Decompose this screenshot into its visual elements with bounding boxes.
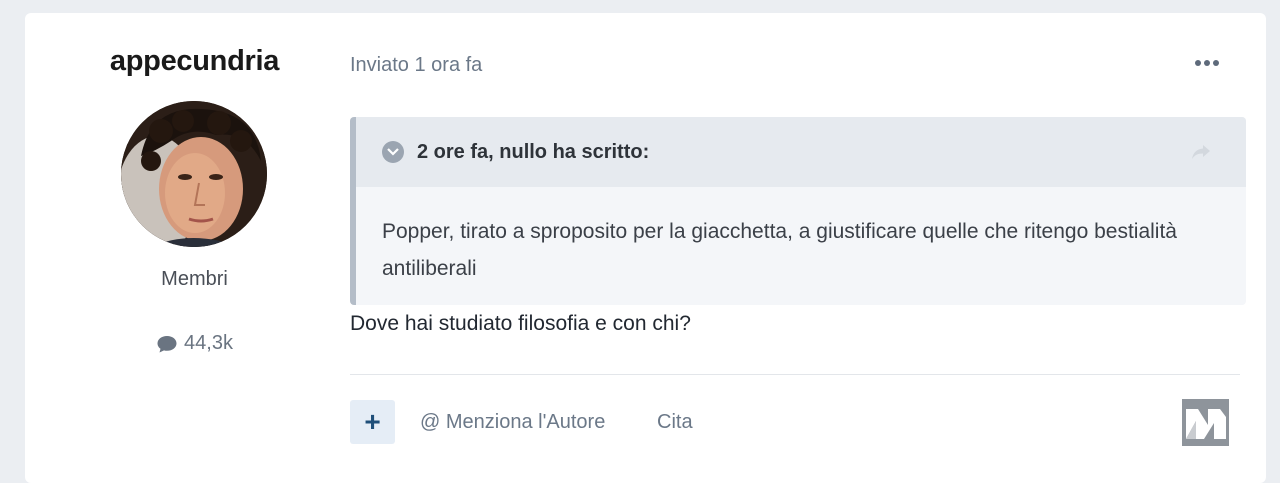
quote-header: 2 ore fa, nullo ha scritto: <box>356 117 1246 187</box>
post-body: Dove hai studiato filosofia e con chi? <box>350 312 691 335</box>
member-group: Membri <box>161 268 228 290</box>
plus-icon: + <box>364 406 381 437</box>
post-count[interactable]: 44,3k <box>97 332 292 355</box>
comment-icon <box>156 334 178 354</box>
quote-block: 2 ore fa, nullo ha scritto: Popper, tira… <box>350 117 1246 305</box>
avatar[interactable] <box>121 101 267 247</box>
post-timestamp[interactable]: Inviato 1 ora fa <box>350 54 482 77</box>
add-reaction-button[interactable]: + <box>350 400 395 444</box>
share-icon[interactable] <box>1190 143 1212 166</box>
divider <box>350 374 1240 375</box>
quote-citation: 2 ore fa, nullo ha scritto: <box>417 141 650 163</box>
more-icon[interactable] <box>1189 51 1225 75</box>
post-card: appecundria Membri 44,3k Inviato 1 ora f… <box>25 13 1266 483</box>
chevron-down-icon[interactable] <box>382 141 404 163</box>
brand-logo <box>1182 399 1229 446</box>
quote-link[interactable]: Cita <box>657 411 693 434</box>
author-name[interactable]: appecundria <box>97 45 292 78</box>
mention-author-link[interactable]: @ Menziona l'Autore <box>420 411 605 434</box>
post-count-value: 44,3k <box>184 332 233 354</box>
quote-text: Popper, tirato a sproposito per la giacc… <box>382 220 1177 280</box>
